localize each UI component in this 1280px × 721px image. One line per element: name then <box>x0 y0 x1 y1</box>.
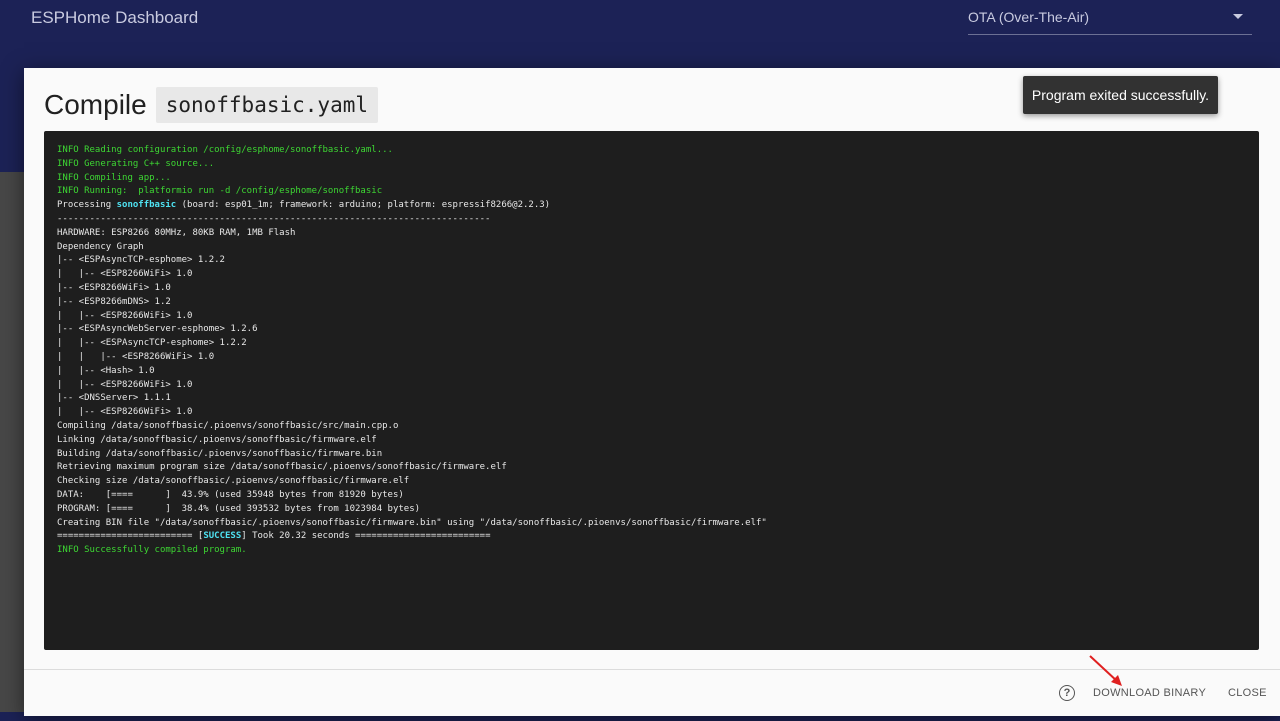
log-line: INFO Reading configuration /config/espho… <box>57 145 393 155</box>
log-line: ========================= [SUCCESS] Took… <box>57 530 767 544</box>
log-line: | |-- <ESP8266WiFi> 1.0 <box>57 379 193 390</box>
log-line: Linking /data/sonoffbasic/.pioenvs/sonof… <box>57 434 377 445</box>
close-button[interactable]: CLOSE <box>1228 687 1267 699</box>
log-line: |-- <ESP8266mDNS> 1.2 <box>57 296 171 307</box>
log-line: |-- <ESPAsyncWebServer-esphome> 1.2.6 <box>57 324 258 335</box>
compile-log-console[interactable]: INFO Reading configuration /config/espho… <box>44 131 1259 650</box>
log-line: Creating BIN file "/data/sonoffbasic/.pi… <box>57 517 767 528</box>
upload-method-value: OTA (Over-The-Air) <box>968 9 1090 25</box>
log-line: | |-- <ESP8266WiFi> 1.0 <box>57 310 193 321</box>
log-line: INFO Generating C++ source... <box>57 158 215 169</box>
app-title: ESPHome Dashboard <box>31 8 199 27</box>
log-line: |-- <ESP8266WiFi> 1.0 <box>57 282 171 293</box>
log-line: ----------------------------------------… <box>57 213 491 224</box>
log-line: | |-- <ESP8266WiFi> 1.0 <box>57 407 193 418</box>
log-line: | |-- <ESP8266WiFi> 1.0 <box>57 269 193 280</box>
dialog-filename: sonoffbasic.yaml <box>155 87 378 123</box>
log-line: | | |-- <ESP8266WiFi> 1.0 <box>57 351 215 362</box>
toast-notification: Program exited successfully. <box>1023 76 1218 114</box>
log-line: Building /data/sonoffbasic/.pioenvs/sono… <box>57 448 383 459</box>
log-line-segment: Processing <box>57 200 117 211</box>
log-line-segment: ] Took 20.32 seconds ===================… <box>241 531 491 542</box>
help-circle-icon[interactable]: ? <box>1059 685 1075 701</box>
log-line: Processing sonoffbasic (board: esp01_1m;… <box>57 199 767 213</box>
red-arrow-icon <box>1089 655 1122 686</box>
log-line: INFO Successfully compiled program. <box>57 545 247 556</box>
log-line: Checking size /data/sonoffbasic/.pioenvs… <box>57 476 410 487</box>
log-line: Dependency Graph <box>57 241 144 252</box>
log-line: INFO Compiling app... <box>57 172 171 183</box>
dialog-title-label: Compile <box>44 89 147 120</box>
log-line: | |-- <Hash> 1.0 <box>57 365 155 376</box>
log-line: Compiling /data/sonoffbasic/.pioenvs/son… <box>57 420 399 431</box>
dialog-title: Compile sonoffbasic.yaml <box>44 85 378 125</box>
log-lines: INFO Reading configuration /config/espho… <box>57 144 767 558</box>
log-line: Retrieving maximum program size /data/so… <box>57 462 507 473</box>
log-line: |-- <ESPAsyncTCP-esphome> 1.2.2 <box>57 255 225 266</box>
log-line-segment: SUCCESS <box>203 531 242 542</box>
compile-dialog: Compile sonoffbasic.yaml Program exited … <box>24 68 1280 716</box>
log-line: |-- <DNSServer> 1.1.1 <box>57 393 171 404</box>
log-line-segment: sonoffbasic <box>116 200 177 211</box>
log-line: INFO Running: platformio run -d /config/… <box>57 186 383 197</box>
log-line: PROGRAM: [==== ] 38.4% (used 393532 byte… <box>57 503 421 514</box>
log-line: | |-- <ESPAsyncTCP-esphome> 1.2.2 <box>57 338 247 349</box>
log-line-segment: ========================= [ <box>57 531 204 542</box>
log-line: DATA: [==== ] 43.9% (used 35948 bytes fr… <box>57 489 404 500</box>
log-line-segment: (board: esp01_1m; framework: arduino; pl… <box>176 200 551 211</box>
log-line: HARDWARE: ESP8266 80MHz, 80KB RAM, 1MB F… <box>57 227 296 238</box>
chevron-down-icon <box>1233 14 1243 19</box>
upload-method-select[interactable]: OTA (Over-The-Air) <box>968 5 1252 35</box>
